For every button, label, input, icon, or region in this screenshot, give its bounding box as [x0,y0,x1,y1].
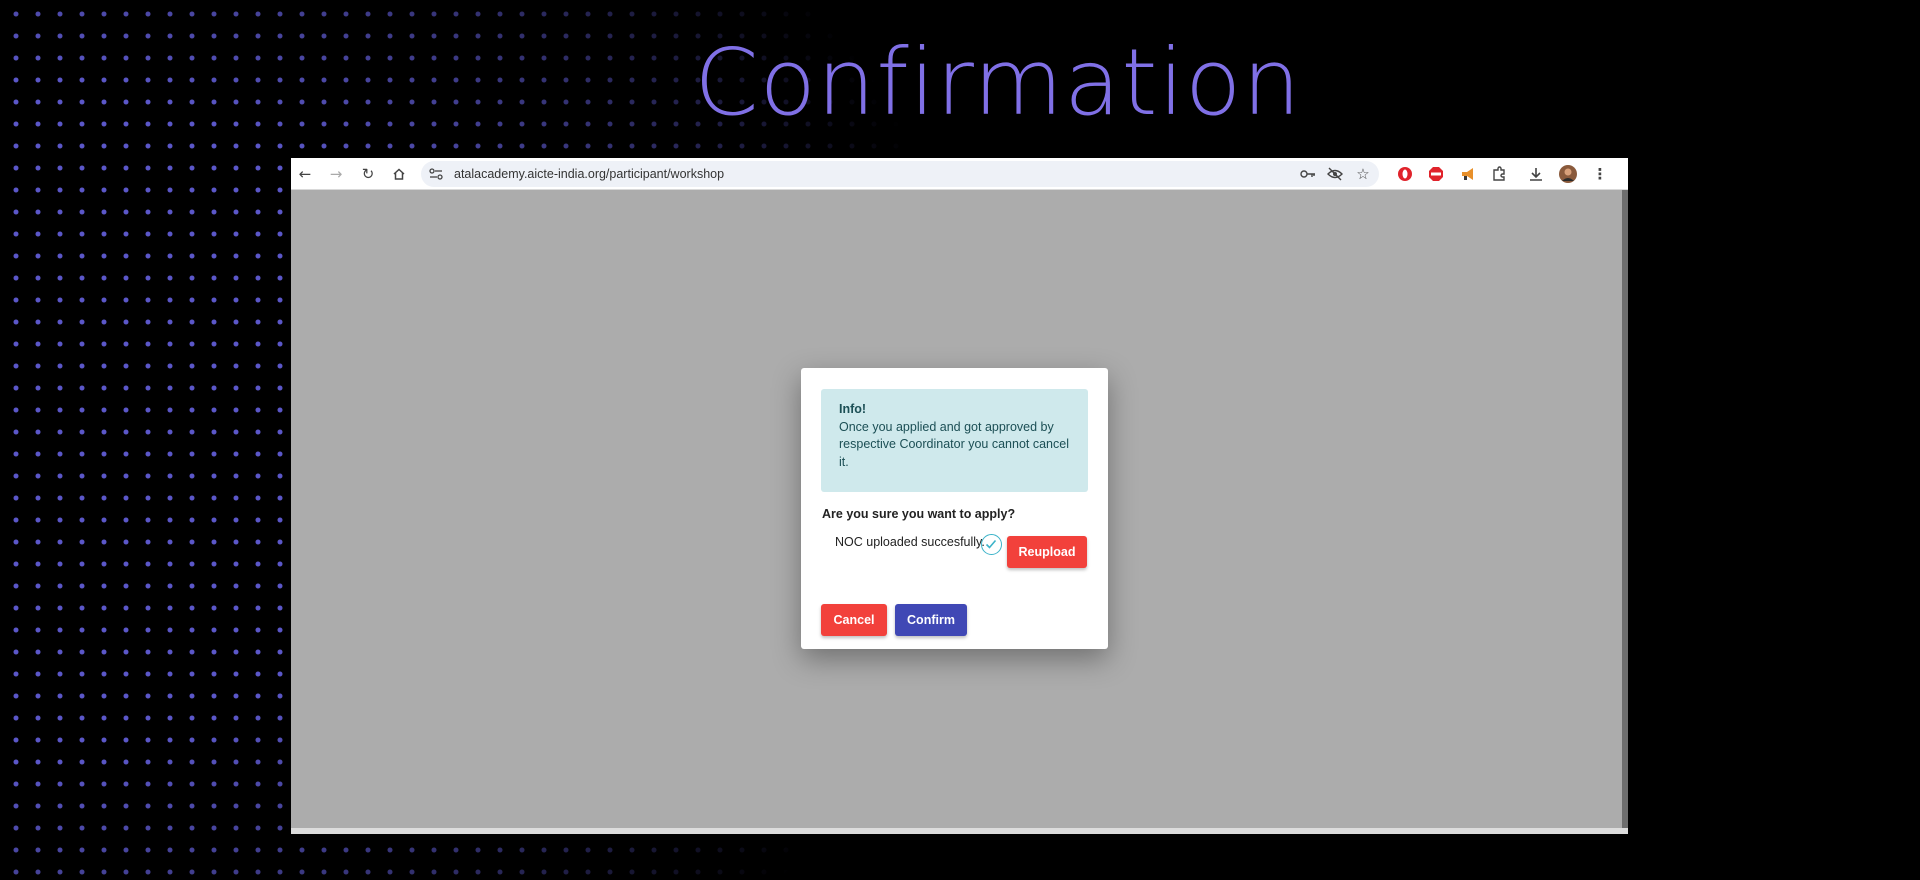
star-icon[interactable]: ☆ [1353,164,1373,184]
confirmation-question: Are you sure you want to apply? [822,507,1016,521]
browser-toolbar: ← → ↻ atalacademy.aicte-india.org/partic… [291,158,1628,190]
info-alert-text: Once you applied and got approved by res… [839,419,1069,469]
confirm-button[interactable]: Confirm [895,604,967,636]
reupload-button[interactable]: Reupload [1007,536,1087,568]
back-arrow-icon[interactable]: ← [295,164,315,184]
info-alert-title: Info! [839,402,867,416]
extensions-puzzle-icon[interactable] [1489,164,1509,184]
megaphone-extension-icon[interactable] [1458,164,1478,184]
horizontal-scrollbar[interactable] [291,828,1628,834]
home-icon[interactable] [389,164,409,184]
url-text[interactable]: atalacademy.aicte-india.org/participant/… [454,166,724,182]
scrollbar[interactable] [1622,190,1628,828]
check-circle-icon [981,534,1002,555]
password-key-icon[interactable] [1298,164,1318,184]
info-alert: Info! Once you applied and got approved … [821,389,1088,492]
more-menu-icon[interactable]: ⋮ [1590,164,1610,184]
confirmation-dialog: Info! Once you applied and got approved … [801,368,1108,649]
site-info-icon[interactable] [426,164,446,184]
forward-arrow-icon[interactable]: → [326,164,346,184]
browser-window: ← → ↻ atalacademy.aicte-india.org/partic… [291,158,1628,834]
noc-status-text: NOC uploaded succesfully. [835,535,985,549]
slide-title: Confirmation [694,29,1302,136]
opera-extension-icon[interactable] [1395,164,1415,184]
download-icon[interactable] [1526,164,1546,184]
cancel-button[interactable]: Cancel [821,604,887,636]
adblock-icon[interactable] [1426,164,1446,184]
eye-off-icon[interactable] [1325,164,1345,184]
address-bar[interactable]: atalacademy.aicte-india.org/participant/… [421,161,1379,187]
reload-icon[interactable]: ↻ [358,164,378,184]
profile-avatar[interactable] [1558,164,1578,184]
